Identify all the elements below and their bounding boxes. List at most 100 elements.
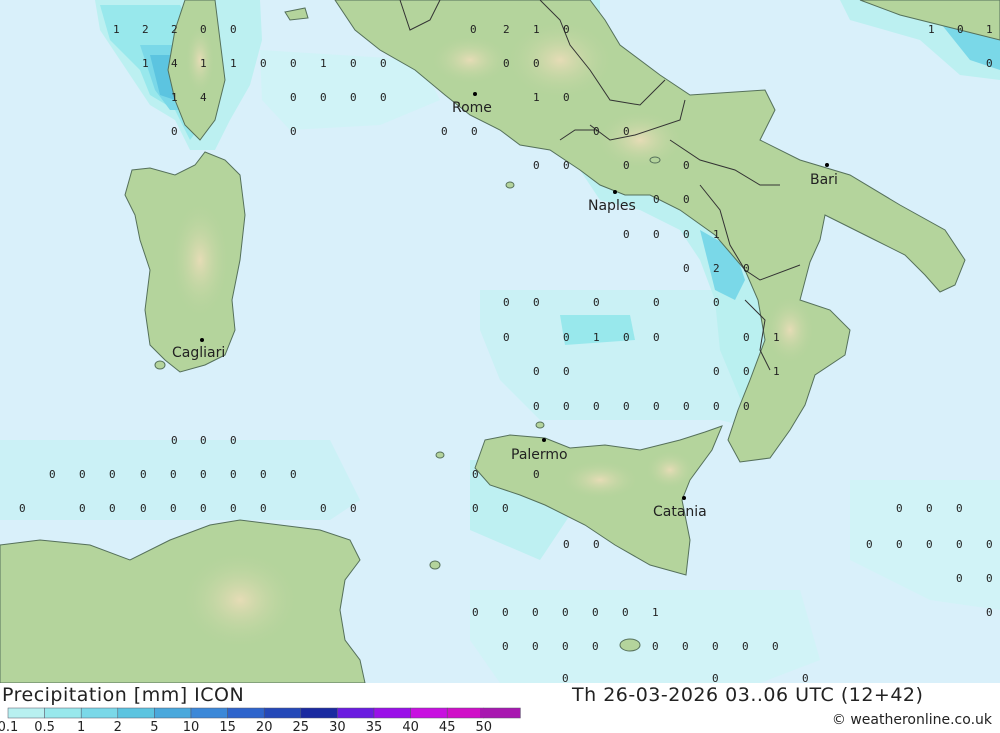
- svg-text:0: 0: [533, 159, 540, 172]
- copyright[interactable]: © weatheronline.co.uk: [832, 712, 992, 728]
- legend-label: 35: [366, 720, 383, 733]
- legend-label: 40: [402, 720, 419, 733]
- svg-text:0: 0: [441, 125, 448, 138]
- svg-text:0: 0: [592, 606, 599, 619]
- svg-text:0: 0: [563, 365, 570, 378]
- svg-text:0: 0: [592, 640, 599, 653]
- svg-text:0: 0: [230, 502, 237, 515]
- legend-swatch: [117, 707, 155, 719]
- svg-text:0: 0: [19, 502, 26, 515]
- svg-text:0: 0: [260, 468, 267, 481]
- svg-text:0: 0: [683, 193, 690, 206]
- svg-text:0: 0: [712, 640, 719, 653]
- svg-text:0: 0: [956, 572, 963, 585]
- svg-text:0: 0: [683, 228, 690, 241]
- svg-text:0: 0: [593, 125, 600, 138]
- legend-swatch: [80, 707, 119, 719]
- svg-text:0: 0: [200, 468, 207, 481]
- svg-text:1: 1: [928, 23, 935, 36]
- svg-text:0: 0: [683, 400, 690, 413]
- svg-text:0: 0: [471, 125, 478, 138]
- city-label-cagliari: Cagliari: [172, 345, 225, 361]
- svg-text:1: 1: [230, 57, 237, 70]
- svg-text:0: 0: [472, 502, 479, 515]
- svg-text:0: 0: [380, 91, 387, 104]
- svg-text:4: 4: [171, 57, 178, 70]
- legend-swatch: [446, 707, 485, 719]
- legend-label: 25: [293, 720, 310, 733]
- legend-label: 0.5: [34, 720, 55, 733]
- svg-text:0: 0: [109, 502, 116, 515]
- svg-text:0: 0: [533, 365, 540, 378]
- svg-text:0: 0: [743, 331, 750, 344]
- precipitation-map: 1 2 2 0 0 0 2 1 0 1 0 1 1 4 1 1 0 0 1 0 …: [0, 0, 1000, 683]
- legend-label: 15: [219, 720, 236, 733]
- svg-text:0: 0: [230, 434, 237, 447]
- svg-text:0: 0: [140, 502, 147, 515]
- svg-text:0: 0: [171, 125, 178, 138]
- svg-text:0: 0: [986, 606, 993, 619]
- city-label-naples: Naples: [588, 198, 636, 214]
- svg-text:1: 1: [773, 365, 780, 378]
- legend-label: 1: [77, 720, 85, 733]
- svg-text:0: 0: [653, 296, 660, 309]
- legend-label: 45: [439, 720, 456, 733]
- svg-text:0: 0: [533, 296, 540, 309]
- svg-text:0: 0: [563, 400, 570, 413]
- svg-text:0: 0: [290, 57, 297, 70]
- svg-text:0: 0: [200, 502, 207, 515]
- svg-text:0: 0: [320, 502, 327, 515]
- svg-text:0: 0: [563, 159, 570, 172]
- legend-swatch: [410, 707, 448, 719]
- svg-text:0: 0: [260, 57, 267, 70]
- svg-text:2: 2: [171, 23, 178, 36]
- svg-text:0: 0: [532, 640, 539, 653]
- legend-swatch: [7, 707, 45, 719]
- svg-text:2: 2: [713, 262, 720, 275]
- svg-text:1: 1: [113, 23, 120, 36]
- svg-text:0: 0: [623, 400, 630, 413]
- svg-text:0: 0: [896, 538, 903, 551]
- color-legend: 0.1 0.5 1 2 5 10 15 20 25 30 35 40 45 50: [0, 707, 521, 733]
- svg-text:1: 1: [713, 228, 720, 241]
- svg-text:0: 0: [623, 159, 630, 172]
- svg-text:0: 0: [350, 502, 357, 515]
- svg-text:0: 0: [472, 468, 479, 481]
- legend-label: 5: [150, 720, 158, 733]
- svg-text:0: 0: [986, 57, 993, 70]
- svg-text:0: 0: [200, 23, 207, 36]
- svg-text:0: 0: [593, 538, 600, 551]
- svg-text:0: 0: [260, 502, 267, 515]
- svg-text:0: 0: [623, 228, 630, 241]
- svg-text:0: 0: [956, 502, 963, 515]
- svg-text:0: 0: [713, 365, 720, 378]
- svg-text:0: 0: [170, 502, 177, 515]
- svg-text:0: 0: [79, 468, 86, 481]
- city-label-bari: Bari: [810, 172, 838, 188]
- svg-text:0: 0: [503, 331, 510, 344]
- svg-text:0: 0: [713, 400, 720, 413]
- svg-text:0: 0: [653, 400, 660, 413]
- svg-text:0: 0: [563, 331, 570, 344]
- svg-text:0: 0: [470, 23, 477, 36]
- svg-text:0: 0: [926, 538, 933, 551]
- svg-text:0: 0: [866, 538, 873, 551]
- svg-text:0: 0: [350, 91, 357, 104]
- svg-text:0: 0: [743, 400, 750, 413]
- city-label-rome: Rome: [452, 100, 492, 116]
- svg-text:0: 0: [622, 606, 629, 619]
- legend-swatch: [44, 707, 82, 719]
- svg-text:1: 1: [652, 606, 659, 619]
- svg-text:1: 1: [533, 91, 540, 104]
- svg-text:0: 0: [713, 296, 720, 309]
- map-title: Precipitation [mm] ICON: [2, 684, 245, 706]
- svg-text:0: 0: [563, 23, 570, 36]
- svg-text:0: 0: [772, 640, 779, 653]
- svg-text:0: 0: [170, 468, 177, 481]
- svg-text:0: 0: [653, 331, 660, 344]
- svg-text:1: 1: [593, 331, 600, 344]
- svg-text:0: 0: [593, 400, 600, 413]
- svg-text:0: 0: [743, 365, 750, 378]
- svg-text:0: 0: [502, 640, 509, 653]
- svg-text:0: 0: [652, 640, 659, 653]
